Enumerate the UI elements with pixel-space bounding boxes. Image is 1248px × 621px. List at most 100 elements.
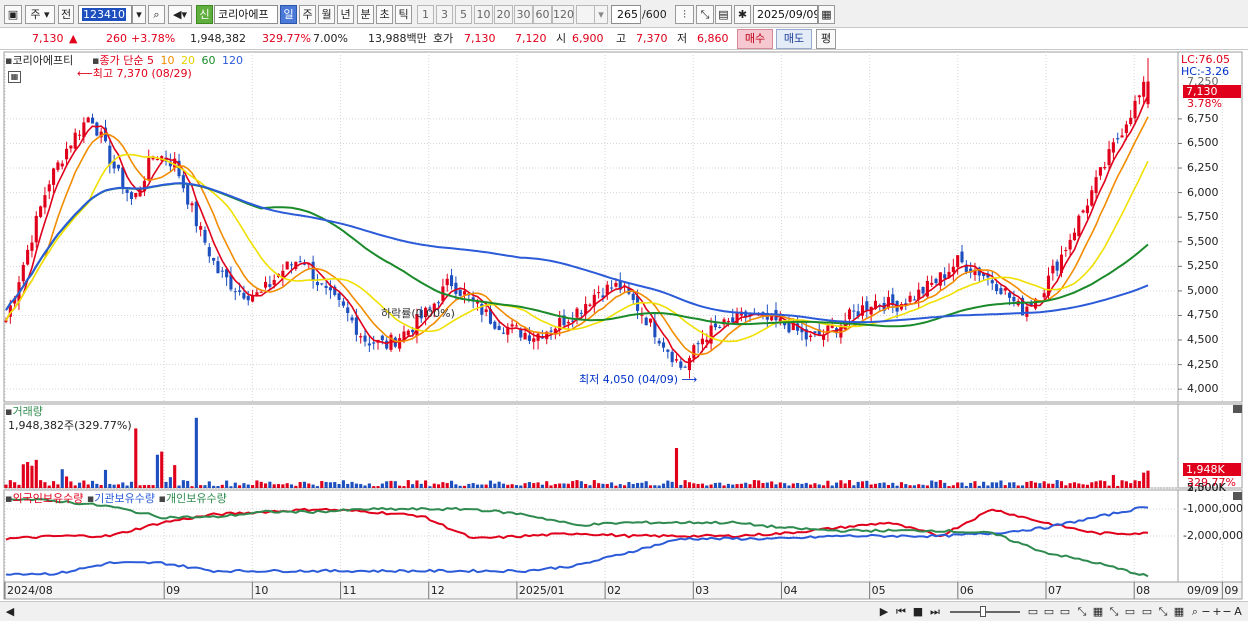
bar-count-input[interactable]: 265 [611, 5, 641, 24]
layout-1-icon[interactable]: ▭ [1026, 604, 1040, 619]
indicator-icon[interactable]: ⤡ [696, 5, 714, 24]
type-select[interactable]: 주 ▾ [25, 5, 55, 24]
period-second-button[interactable]: 초 [376, 5, 393, 24]
volume-ratio: 329.77% [262, 32, 311, 45]
volume-bar [601, 483, 605, 488]
volume-bar [1029, 480, 1033, 488]
volume-bar [960, 482, 964, 488]
high-annotation: ⟵최고 7,370 (08/29) [77, 67, 192, 80]
candle-body [320, 283, 324, 285]
volume-bar [13, 482, 17, 488]
candle-body [462, 291, 467, 295]
chart-settings-icon[interactable]: ▣ [4, 5, 22, 24]
volume-bar [398, 485, 402, 488]
volume-bar [904, 484, 908, 488]
period-weekly-button[interactable]: 주 [299, 5, 316, 24]
volume-bar [142, 485, 146, 488]
interval-10-button[interactable]: 10 [474, 5, 493, 24]
calendar-icon[interactable]: ▦ [818, 5, 835, 24]
volume-bar [449, 480, 454, 488]
candle-body [713, 323, 717, 328]
sound-icon[interactable]: ◀▾ [168, 5, 192, 24]
stop-icon[interactable]: ■ [911, 604, 925, 619]
chart-scrollbar[interactable]: ◀ ▶ ⏮ ■ ⏭ ▭ ▭ ▭ ⤡ ▦ ⤡ ▭ ▭ ⤡ ▦ ⌕ − + − A [0, 601, 1248, 621]
layout-2-icon[interactable]: ▭ [1042, 604, 1056, 619]
eval-button[interactable]: 평 [816, 29, 836, 49]
period-yearly-button[interactable]: 년 [337, 5, 354, 24]
holdings-panel-close-icon[interactable] [1233, 492, 1242, 500]
last-page-icon[interactable]: ⏭ [928, 604, 942, 619]
chart-canvas[interactable] [0, 50, 1248, 601]
layout-3-icon[interactable]: ▭ [1058, 604, 1072, 619]
candle-body [90, 117, 95, 124]
first-page-icon[interactable]: ⏮ [894, 604, 908, 619]
chart-area[interactable]: ▪코리아에프티 ▪종가 단순 5 10 20 60 120 ▦ ⟵최고 7,37… [0, 50, 1248, 601]
scroll-left-icon[interactable]: ◀ [4, 604, 16, 619]
zoom-slider-handle[interactable] [980, 606, 986, 617]
zoom-out-icon[interactable]: − [1201, 604, 1211, 619]
period-monthly-button[interactable]: 월 [318, 5, 335, 24]
interval-5-button[interactable]: 5 [455, 5, 472, 24]
interval-20-button[interactable]: 20 [494, 5, 513, 24]
period-daily-button[interactable]: 일 [280, 5, 297, 24]
candle-body [246, 295, 250, 301]
market-button[interactable]: 전 [58, 5, 74, 24]
candle-body [493, 321, 497, 329]
interval-1-button[interactable]: 1 [417, 5, 434, 24]
volume-bar [341, 480, 345, 488]
candle-body [960, 251, 964, 263]
grid-toggle-icon[interactable]: ▦ [8, 71, 21, 83]
layout-5-icon[interactable]: ▦ [1091, 604, 1105, 619]
layout-6-icon[interactable]: ⤡ [1107, 604, 1121, 619]
candle-body [809, 335, 813, 338]
layout-4-icon[interactable]: ⤡ [1075, 604, 1089, 619]
volume-bar [1059, 481, 1064, 488]
volume-bar [389, 480, 393, 488]
interval-3-button[interactable]: 3 [436, 5, 453, 24]
volume-bar [869, 484, 873, 488]
volume-bar [1103, 481, 1107, 488]
volume-bar [103, 469, 108, 488]
dash-icon[interactable]: − [1222, 604, 1232, 619]
code-dropdown-icon[interactable]: ▾ [132, 5, 146, 24]
layout-10-icon[interactable]: ▦ [1172, 604, 1186, 619]
zoom-icon[interactable]: ⌕ [1189, 604, 1201, 619]
custom-interval-dropdown-icon[interactable]: ▾ [594, 5, 608, 24]
volume-bar [1033, 482, 1038, 488]
period-minute-button[interactable]: 분 [357, 5, 374, 24]
font-size-icon[interactable]: A [1232, 604, 1244, 619]
layout-9-icon[interactable]: ⤡ [1156, 604, 1170, 619]
volume-panel-close-icon[interactable] [1233, 405, 1242, 413]
layout-8-icon[interactable]: ▭ [1140, 604, 1154, 619]
scroll-right-icon[interactable]: ▶ [878, 604, 890, 619]
volume-bar [748, 484, 752, 488]
save-icon[interactable]: ▤ [715, 5, 732, 24]
zoom-in-icon[interactable]: + [1212, 604, 1222, 619]
buy-button[interactable]: 매수 [737, 29, 773, 49]
x-axis-label: 07 [1048, 584, 1062, 597]
candle-body [1042, 293, 1046, 298]
layout-7-icon[interactable]: ▭ [1123, 604, 1137, 619]
interval-60-button[interactable]: 60 [533, 5, 552, 24]
volume-bar [376, 486, 380, 488]
stock-name-field[interactable]: 코리아에프 [214, 5, 278, 24]
candle-body [298, 261, 302, 263]
search-icon[interactable]: ⌕ [148, 5, 165, 24]
gear-icon[interactable]: ✱ [734, 5, 751, 24]
volume-bar [337, 483, 341, 488]
volume-bar [501, 483, 506, 488]
period-tick-button[interactable]: 틱 [395, 5, 412, 24]
stock-code-input[interactable]: 123410 [78, 5, 132, 24]
interval-120-button[interactable]: 120 [552, 5, 574, 24]
candle-body [181, 175, 185, 189]
x-axis-label: 12 [430, 584, 445, 597]
volume-bar [938, 480, 942, 488]
volume-bar [631, 484, 635, 488]
candle-body [865, 301, 869, 311]
date-input[interactable]: 2025/09/09 [753, 5, 818, 24]
sell-button[interactable]: 매도 [776, 29, 812, 49]
candle-type-icon[interactable]: ⫶ [675, 5, 694, 24]
ma-legend[interactable]: ▪종가 단순 5 10 20 60 120 [92, 54, 243, 67]
holdings-legend[interactable]: ▪외국인보유수량 ▪기관보유수량 ▪개인보유수량 [5, 492, 227, 505]
interval-30-button[interactable]: 30 [514, 5, 533, 24]
